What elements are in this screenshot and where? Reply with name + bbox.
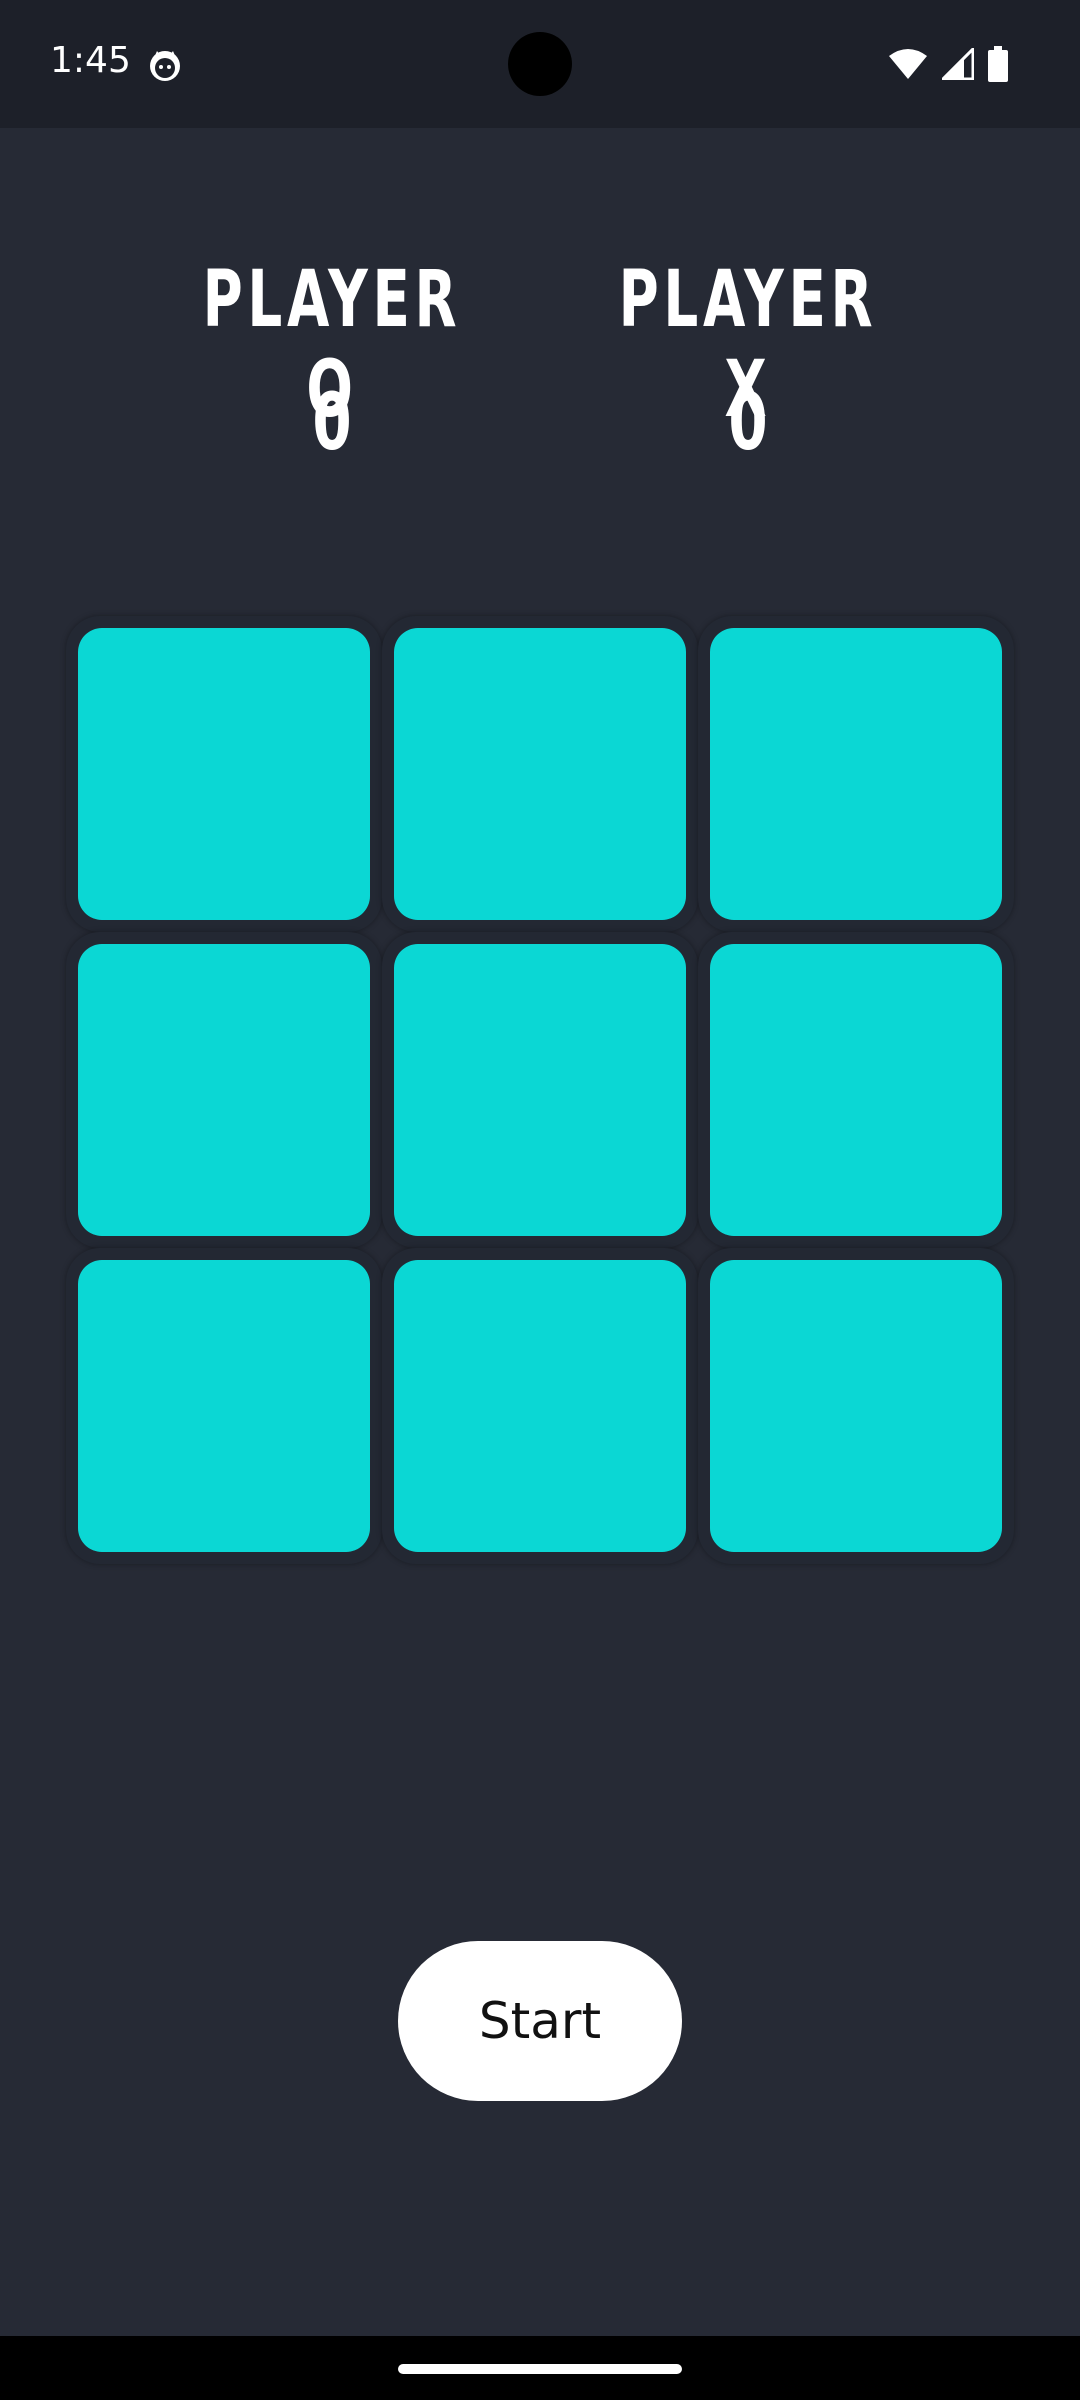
game-board [66,616,1016,1566]
home-indicator[interactable] [398,2364,682,2374]
status-icons [888,44,1008,84]
cat-face-icon [148,48,182,82]
start-button[interactable]: Start [398,1941,682,2101]
cellular-signal-icon [942,48,974,80]
board-cell-1[interactable] [78,628,370,920]
cell-frame [66,932,382,1248]
cell-frame [66,1248,382,1564]
board-cell-7[interactable] [78,1260,370,1552]
board-cell-2[interactable] [394,628,686,920]
cell-frame [698,932,1014,1248]
battery-icon [988,46,1008,82]
player-o-score: 0 [312,378,352,468]
board-cell-6[interactable] [710,944,1002,1236]
wifi-icon [888,48,928,80]
board-cell-9[interactable] [710,1260,1002,1552]
board-cell-4[interactable] [78,944,370,1236]
board-cell-8[interactable] [394,1260,686,1552]
navigation-bar [0,2336,1080,2400]
cell-frame [382,1248,698,1564]
board-cell-5[interactable] [394,944,686,1236]
board-cell-3[interactable] [710,628,1002,920]
cell-frame [698,1248,1014,1564]
cell-frame [698,616,1014,932]
camera-cutout [508,32,572,96]
player-x-score: 0 [728,378,768,468]
cell-frame [66,616,382,932]
status-bar: 1:45 [0,0,1080,128]
cell-frame [382,932,698,1248]
cell-frame [382,616,698,932]
status-time: 1:45 [50,40,131,81]
